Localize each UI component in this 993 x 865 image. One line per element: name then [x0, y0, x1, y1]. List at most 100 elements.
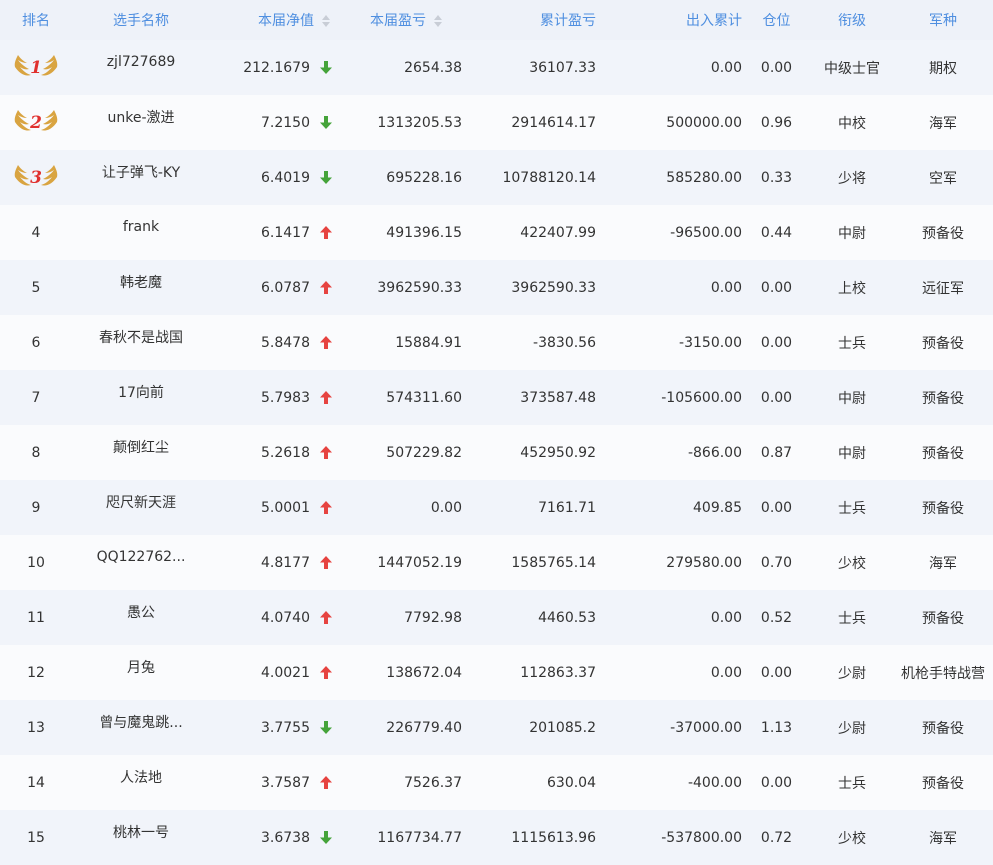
player-name-cell[interactable]: 颠倒红尘 — [72, 425, 210, 480]
grade-cell: 上校 — [838, 280, 866, 297]
cumulative-pl-cell: 4460.53 — [538, 609, 596, 626]
player-name-cell[interactable]: 曾与魔鬼跳... — [72, 700, 210, 755]
arm-cell: 海军 — [929, 115, 957, 132]
player-name[interactable]: QQ122762... — [97, 549, 186, 565]
player-name-cell[interactable]: 人法地 — [72, 755, 210, 810]
arrow-up-icon — [320, 391, 332, 404]
header-cumulative-pl: 累计盈亏 — [480, 0, 612, 40]
table-row[interactable]: 9 咫尺新天涯 5.0001 0.00 7161.71 409.85 0.00 士兵 预备役 — [0, 480, 993, 535]
table-row[interactable]: 1 zjl727689 212.1679 2654.38 36107.33 0.00 0.0… — [0, 40, 993, 95]
current-pl-cell: 3962590.33 — [377, 279, 462, 296]
grade-cell: 士兵 — [838, 610, 866, 627]
rank-cell: 12 — [0, 645, 72, 700]
nav-value: 3.7755 — [261, 719, 310, 736]
nav-cell: 7.2150 — [210, 95, 342, 150]
sort-icon[interactable] — [434, 15, 442, 27]
header-nav-sortable[interactable]: 本届净值 — [210, 0, 342, 40]
player-name[interactable]: 曾与魔鬼跳... — [99, 715, 182, 731]
player-name[interactable]: unke-激进 — [107, 110, 174, 126]
player-name-cell[interactable]: 月兔 — [72, 645, 210, 700]
table-row[interactable]: 4 frank 6.1417 491396.15 422407.99 -96500.00 0… — [0, 205, 993, 260]
in-out-cell: -3150.00 — [679, 334, 742, 351]
cumulative-pl-cell: 201085.2 — [529, 719, 596, 736]
player-name[interactable]: 17向前 — [118, 385, 164, 401]
nav-cell: 212.1679 — [210, 40, 342, 95]
player-name-cell[interactable]: QQ122762... — [72, 535, 210, 590]
arm-cell: 预备役 — [922, 500, 964, 517]
table-row[interactable]: 14 人法地 3.7587 7526.37 630.04 -400.00 0.00 士兵 预备役 — [0, 755, 993, 810]
rank-cell: 13 — [0, 700, 72, 755]
player-name-cell[interactable]: 17向前 — [72, 370, 210, 425]
player-name-cell[interactable]: 韩老魔 — [72, 260, 210, 315]
rank-cell: 8 — [0, 425, 72, 480]
grade-cell: 少尉 — [838, 665, 866, 682]
arm-cell: 期权 — [929, 60, 957, 77]
player-name-cell[interactable]: 让子弹飞-KY — [72, 150, 210, 205]
player-name[interactable]: zjl727689 — [107, 54, 176, 70]
arrow-up-icon — [320, 446, 332, 459]
arrow-up-icon — [320, 501, 332, 514]
medal-wings-icon: 2 — [14, 109, 58, 133]
table-row[interactable]: 10 QQ122762... 4.8177 1447052.19 1585765.14 2… — [0, 535, 993, 590]
rank-cell: 7 — [0, 370, 72, 425]
grade-cell: 士兵 — [838, 500, 866, 517]
table-row[interactable]: 5 韩老魔 6.0787 3962590.33 3962590.33 0.00 0.00 上校… — [0, 260, 993, 315]
rank-cell: 10 — [0, 535, 72, 590]
nav-value: 5.7983 — [261, 389, 310, 406]
nav-value: 5.8478 — [261, 334, 310, 351]
position-cell: 1.13 — [760, 719, 793, 736]
player-name[interactable]: frank — [123, 219, 159, 235]
arm-cell: 预备役 — [922, 445, 964, 462]
table-row[interactable]: 3 让子弹飞-KY 6.4019 695228.16 10788120.14 585280… — [0, 150, 993, 205]
player-name-cell[interactable]: unke-激进 — [72, 95, 210, 150]
table-row[interactable]: 2 unke-激进 7.2150 1313205.53 2914614.17 500000… — [0, 95, 993, 150]
player-name[interactable]: 让子弹飞-KY — [102, 165, 180, 181]
player-name[interactable]: 愚公 — [127, 605, 155, 621]
player-name[interactable]: 月兔 — [127, 660, 155, 676]
grade-cell: 少校 — [838, 830, 866, 847]
cumulative-pl-cell: 10788120.14 — [502, 169, 596, 186]
player-name[interactable]: 人法地 — [120, 770, 162, 786]
player-name[interactable]: 颠倒红尘 — [113, 440, 169, 456]
header-current-pl-sortable[interactable]: 本届盈亏 — [342, 0, 480, 40]
player-name[interactable]: 春秋不是战国 — [99, 330, 183, 346]
arm-cell: 空军 — [929, 170, 957, 187]
sort-icon[interactable] — [322, 15, 330, 27]
player-name-cell[interactable]: 春秋不是战国 — [72, 315, 210, 370]
player-name[interactable]: 咫尺新天涯 — [106, 495, 176, 511]
player-name-cell[interactable]: 咫尺新天涯 — [72, 480, 210, 535]
arrow-up-icon — [320, 666, 332, 679]
nav-value: 3.6738 — [261, 829, 310, 846]
table-row[interactable]: 7 17向前 5.7983 574311.60 373587.48 -105600.00 0… — [0, 370, 993, 425]
in-out-cell: 0.00 — [710, 609, 742, 626]
cumulative-pl-cell: 630.04 — [547, 774, 596, 791]
grade-cell: 士兵 — [838, 775, 866, 792]
nav-cell: 4.0740 — [210, 590, 342, 645]
player-name-cell[interactable]: zjl727689 — [72, 40, 210, 95]
player-name-cell[interactable]: frank — [72, 205, 210, 260]
player-name[interactable]: 桃林一号 — [113, 825, 169, 841]
table-row[interactable]: 11 愚公 4.0740 7792.98 4460.53 0.00 0.52 士兵 预备役 — [0, 590, 993, 645]
arm-cell: 预备役 — [922, 225, 964, 242]
player-name-cell[interactable]: 愚公 — [72, 590, 210, 645]
in-out-cell: 585280.00 — [666, 169, 742, 186]
player-name[interactable]: 韩老魔 — [120, 275, 162, 291]
nav-value: 6.0787 — [261, 279, 310, 296]
table-row[interactable]: 13 曾与魔鬼跳... 3.7755 226779.40 201085.2 -37000.… — [0, 700, 993, 755]
table-row[interactable]: 15 桃林一号 3.6738 1167734.77 1115613.96 -537800.… — [0, 810, 993, 865]
arm-cell: 远征军 — [922, 280, 964, 297]
nav-cell: 5.8478 — [210, 315, 342, 370]
player-name-cell[interactable]: 桃林一号 — [72, 810, 210, 865]
position-cell: 0.00 — [760, 279, 793, 296]
table-row[interactable]: 8 颠倒红尘 5.2618 507229.82 452950.92 -866.00 0.87… — [0, 425, 993, 480]
arm-cell: 海军 — [929, 830, 957, 847]
position-cell: 0.00 — [760, 59, 793, 76]
table-row[interactable]: 6 春秋不是战国 5.8478 15884.91 -3830.56 -3150.00 0.0… — [0, 315, 993, 370]
in-out-cell: 409.85 — [693, 499, 742, 516]
current-pl-cell: 7526.37 — [404, 774, 462, 791]
table-row[interactable]: 12 月兔 4.0021 138672.04 112863.37 0.00 0.00 少尉 机枪… — [0, 645, 993, 700]
rank-cell: 11 — [0, 590, 72, 645]
arm-cell: 海军 — [929, 555, 957, 572]
arrow-up-icon — [320, 281, 332, 294]
grade-cell: 士兵 — [838, 335, 866, 352]
